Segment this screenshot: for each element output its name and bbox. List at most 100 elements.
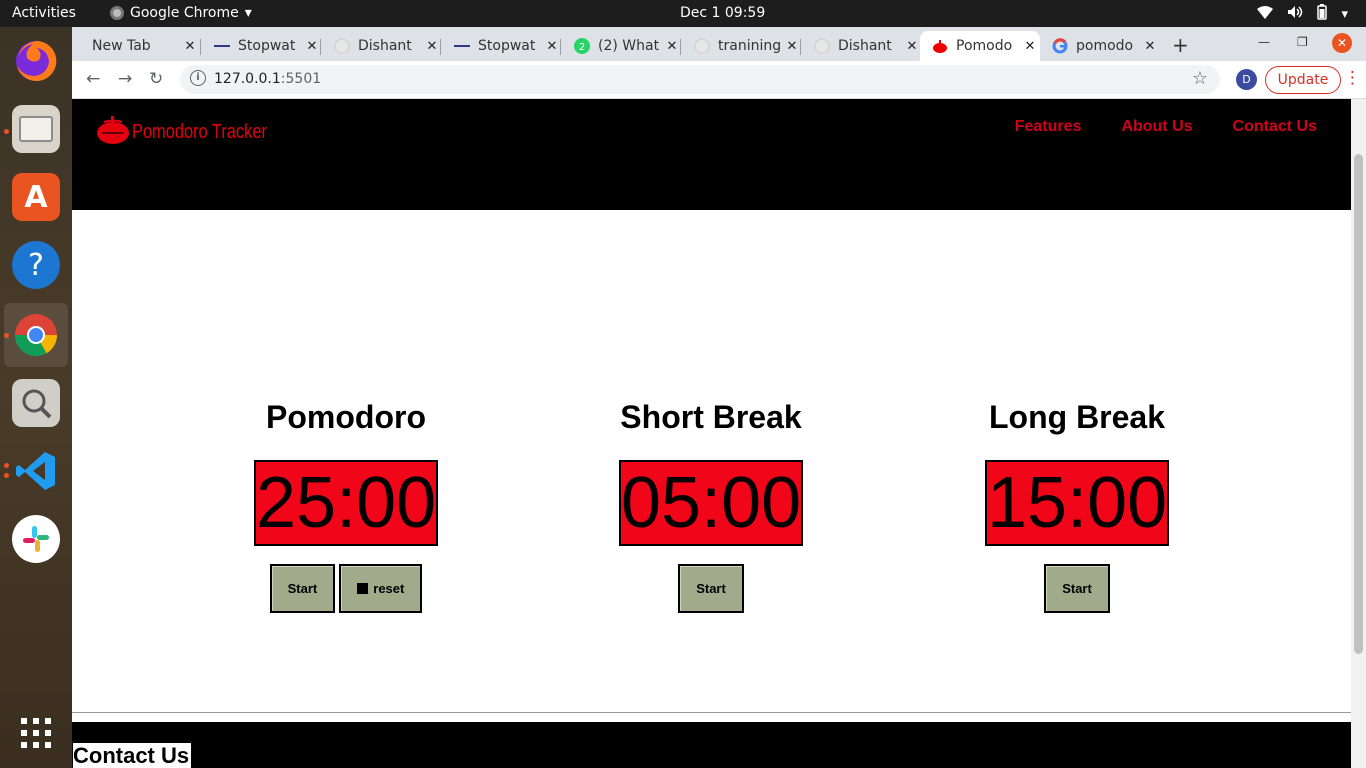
slack-icon[interactable]	[12, 515, 60, 563]
new-tab-button[interactable]: +	[1172, 33, 1189, 57]
nav-contact-link[interactable]: Contact Us	[1233, 118, 1317, 136]
tab-github-dishant-2[interactable]: Dishant ✕	[802, 31, 922, 61]
pomodoro-timer-section: Pomodoro 25:00 Start reset	[216, 399, 476, 613]
chrome-window: New Tab ✕ Stopwat ✕ Dishant ✕ Stopwat ✕ …	[72, 27, 1366, 768]
update-button[interactable]: Update	[1265, 66, 1341, 94]
more-menu-icon[interactable]: ⋮	[1344, 68, 1361, 88]
app-menu[interactable]: Google Chrome ▾	[110, 5, 252, 21]
footer-contact-heading: Contact Us	[73, 743, 192, 768]
github-favicon-icon	[334, 38, 350, 54]
wifi-icon	[1257, 5, 1274, 23]
tab-title: Dishant	[358, 38, 412, 54]
screenshot-icon[interactable]	[12, 379, 60, 427]
chrome-small-icon	[110, 6, 124, 20]
vscode-icon[interactable]	[12, 447, 60, 495]
whatsapp-favicon-icon: 2	[574, 38, 590, 54]
browser-toolbar: ← → ↻ i 127.0.0.1:5501 ☆ D Update ⋮	[72, 61, 1366, 99]
google-favicon-icon	[1052, 38, 1068, 54]
tab-separator	[560, 39, 561, 55]
nav-about-link[interactable]: About Us	[1121, 118, 1192, 136]
tab-github-dishant[interactable]: Dishant ✕	[322, 31, 442, 61]
pomodoro-start-button[interactable]: Start	[269, 564, 336, 613]
pomodoro-controls: Start reset	[216, 564, 476, 613]
minimize-icon[interactable]: —	[1258, 35, 1270, 49]
restore-icon[interactable]: ❐	[1297, 35, 1308, 49]
tomato-favicon-icon	[932, 38, 948, 54]
app-menu-label: Google Chrome	[130, 5, 239, 21]
apps-grid-icon[interactable]	[12, 709, 60, 757]
chrome-icon[interactable]	[12, 311, 60, 359]
page-scrollbar[interactable]	[1351, 99, 1366, 768]
address-bar[interactable]: i 127.0.0.1:5501 ☆	[180, 65, 1220, 94]
tab-separator	[320, 39, 321, 55]
close-tab-icon[interactable]: ✕	[782, 39, 802, 54]
running-indicator	[4, 129, 9, 134]
long-break-title: Long Break	[988, 399, 1166, 435]
short-break-controls: Start	[581, 564, 841, 613]
forward-arrow-icon[interactable]: →	[118, 69, 132, 89]
scrollbar-thumb[interactable]	[1354, 154, 1363, 654]
tab-separator	[200, 39, 201, 55]
system-tray[interactable]: ▾	[1257, 4, 1348, 24]
close-tab-icon[interactable]: ✕	[1140, 39, 1160, 54]
tab-stopwatch-2[interactable]: Stopwat ✕	[442, 31, 562, 61]
close-tab-icon[interactable]: ✕	[422, 39, 442, 54]
close-tab-icon[interactable]: ✕	[542, 39, 562, 54]
site-nav: Features About Us Contact Us	[1015, 118, 1317, 136]
tab-new-tab[interactable]: New Tab ✕	[80, 31, 200, 61]
close-tab-icon[interactable]: ✕	[180, 39, 200, 54]
tab-title: New Tab	[92, 38, 151, 54]
short-break-start-button[interactable]: Start	[678, 564, 744, 613]
tab-github-training[interactable]: tranining ✕	[682, 31, 802, 61]
files-icon[interactable]	[12, 105, 60, 153]
site-info-icon[interactable]: i	[190, 70, 206, 86]
close-tab-icon[interactable]: ✕	[902, 39, 922, 54]
short-break-time-display: 05:00	[619, 460, 803, 546]
battery-icon	[1317, 4, 1328, 24]
help-icon[interactable]: ?	[12, 241, 60, 289]
tab-separator	[680, 39, 681, 55]
site-footer: Contact Us	[72, 722, 1351, 768]
activities-button[interactable]: Activities	[12, 5, 76, 21]
back-arrow-icon[interactable]: ←	[86, 69, 100, 89]
github-favicon-icon	[694, 38, 710, 54]
tab-strip: New Tab ✕ Stopwat ✕ Dishant ✕ Stopwat ✕ …	[72, 27, 1366, 61]
short-break-timer-section: Short Break 05:00 Start	[581, 399, 841, 613]
pomodoro-reset-button[interactable]: reset	[339, 564, 423, 613]
stopwatch-favicon-icon	[214, 38, 230, 54]
close-window-icon[interactable]: ✕	[1332, 33, 1352, 53]
close-tab-icon[interactable]: ✕	[662, 39, 682, 54]
tab-google-pomodoro[interactable]: pomodo ✕	[1040, 31, 1160, 61]
nav-features-link[interactable]: Features	[1015, 118, 1082, 136]
site-logo[interactable]: Pomodoro Tracker	[96, 113, 297, 144]
site-header: Pomodoro Tracker Features About Us Conta…	[72, 99, 1351, 210]
app-store-icon[interactable]: A	[12, 173, 60, 221]
tab-pomodoro-active[interactable]: Pomodo ✕	[920, 31, 1040, 61]
close-tab-icon[interactable]: ✕	[302, 39, 322, 54]
tab-whatsapp[interactable]: 2 (2) What ✕	[562, 31, 682, 61]
pomodoro-title: Pomodoro	[266, 399, 426, 435]
tab-stopwatch[interactable]: Stopwat ✕	[202, 31, 322, 61]
long-break-start-button[interactable]: Start	[1044, 564, 1110, 613]
dock: A ?	[0, 27, 72, 768]
github-favicon-icon	[814, 38, 830, 54]
close-tab-icon[interactable]: ✕	[1020, 39, 1040, 54]
bookmark-star-icon[interactable]: ☆	[1192, 68, 1208, 89]
tomato-logo-icon	[96, 114, 130, 144]
profile-avatar[interactable]: D	[1236, 69, 1257, 90]
running-indicator	[4, 473, 9, 478]
url-text[interactable]: 127.0.0.1:5501	[214, 71, 321, 87]
running-indicator	[4, 333, 9, 338]
tab-separator	[440, 39, 441, 55]
chevron-down-icon: ▾	[244, 5, 252, 21]
site-brand-name: Pomodoro Tracker	[132, 121, 267, 143]
tab-separator	[800, 39, 801, 55]
section-divider	[72, 712, 1351, 713]
url-port: :5501	[280, 71, 322, 87]
pomodoro-time-display: 25:00	[254, 460, 438, 546]
button-label: Start	[287, 581, 318, 596]
long-break-controls: Start	[947, 564, 1207, 613]
reload-icon[interactable]: ↻	[149, 69, 163, 89]
clock[interactable]: Dec 1 09:59	[680, 5, 765, 21]
firefox-icon[interactable]	[12, 37, 60, 85]
